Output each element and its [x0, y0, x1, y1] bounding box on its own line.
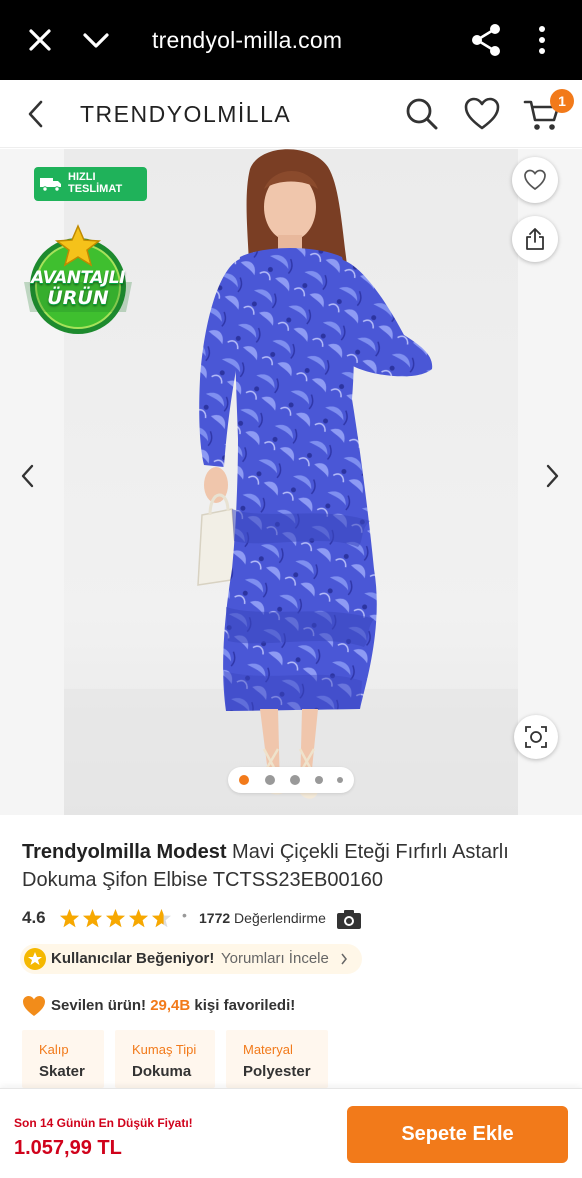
- pagination-dot[interactable]: [337, 777, 343, 783]
- close-icon[interactable]: [24, 24, 56, 56]
- camera-icon: [337, 910, 361, 929]
- add-to-cart-button[interactable]: Sepete Ekle: [347, 1106, 568, 1163]
- visual-search-button[interactable]: [514, 715, 558, 759]
- attribute-key: Kumaş Tipi: [132, 1042, 197, 1057]
- rating-count[interactable]: 1772 Değerlendirme: [199, 910, 326, 926]
- product-image-gallery[interactable]: HIZLI TESLİMAT AVANTAJLI ÜRÜN: [0, 149, 582, 815]
- star-badge-icon: [24, 948, 46, 970]
- favorites-prefix: Sevilen ürün!: [51, 997, 151, 1014]
- cart-count-badge: 1: [550, 89, 574, 113]
- chevron-right-icon: [341, 953, 347, 965]
- heart-outline-icon: [524, 169, 546, 191]
- rating-star-icon: [83, 909, 102, 928]
- attribute-value: Skater: [39, 1063, 85, 1080]
- previous-image-arrow-icon[interactable]: [18, 461, 38, 491]
- rating-count-label: Değerlendirme: [230, 910, 326, 926]
- product-brand[interactable]: Trendyolmilla Modest: [22, 841, 226, 863]
- back-arrow-icon[interactable]: [22, 98, 50, 130]
- share-icon[interactable]: [470, 22, 502, 58]
- product-price: 1.057,99 TL: [14, 1137, 122, 1159]
- rating-star-icon: [60, 909, 79, 928]
- pagination-dot[interactable]: [239, 775, 249, 785]
- advantage-badge-line2: ÜRÜN: [47, 287, 109, 309]
- rating-stars: [59, 908, 179, 930]
- favorites-count: 29,4B: [150, 997, 191, 1014]
- attribute-value: Dokuma: [132, 1063, 192, 1080]
- users-like-label: Kullanıcılar Beğeniyor!: [51, 950, 215, 967]
- attribute-value: Polyester: [243, 1063, 311, 1080]
- attribute-key: Materyal: [243, 1042, 293, 1057]
- rating-score: 4.6: [22, 908, 46, 927]
- pagination-dot[interactable]: [315, 776, 323, 784]
- more-vert-icon[interactable]: [532, 22, 552, 58]
- rating-star-icon: [129, 909, 148, 928]
- attribute-card[interactable]: Materyal Polyester: [226, 1030, 328, 1088]
- favorites-suffix: kişi favoriledi!: [190, 997, 296, 1014]
- rating-star-icon: [152, 909, 171, 928]
- favorites-text: Sevilen ürün! 29,4B kişi favoriledi!: [51, 997, 295, 1014]
- lowest-price-label: Son 14 Günün En Düşük Fiyatı!: [14, 1116, 193, 1130]
- advantage-badge-line1: AVANTAJLI: [31, 268, 125, 288]
- browser-toolbar: trendyol-milla.com: [0, 0, 582, 80]
- add-to-favorites-button[interactable]: [512, 157, 558, 203]
- attribute-card[interactable]: Kalıp Skater: [22, 1030, 104, 1088]
- favorites-info: Sevilen ürün! 29,4B kişi favoriledi!: [22, 994, 562, 1020]
- fast-delivery-label: HIZLI TESLİMAT: [68, 171, 123, 195]
- reviews-link[interactable]: Yorumları İncele: [221, 950, 329, 967]
- share-product-button[interactable]: [512, 216, 558, 262]
- users-like-banner[interactable]: Kullanıcılar Beğeniyor! Yorumları İncele: [20, 944, 362, 974]
- camera-lens-icon: [525, 726, 547, 748]
- search-icon[interactable]: [404, 96, 440, 132]
- attribute-key: Kalıp: [39, 1042, 69, 1057]
- app-header: TRENDYOLMİLLA: [0, 80, 582, 148]
- rating-count-number: 1772: [199, 910, 231, 926]
- url-field[interactable]: trendyol-milla.com: [152, 24, 342, 56]
- truck-icon: [40, 178, 61, 192]
- fast-delivery-badge: HIZLI TESLİMAT: [34, 167, 147, 201]
- rating-row[interactable]: 4.6 • 1772 Değerlendirme: [22, 906, 562, 932]
- orange-heart-icon: [23, 996, 45, 1016]
- brand-logo[interactable]: TRENDYOLMİLLA: [80, 100, 291, 128]
- next-image-arrow-icon[interactable]: [542, 461, 562, 491]
- rating-star-icon: [106, 909, 125, 928]
- chevron-down-icon[interactable]: [80, 26, 112, 54]
- share-upload-icon: [526, 228, 544, 250]
- separator-dot: •: [182, 907, 187, 923]
- attribute-card[interactable]: Kumaş Tipi Dokuma: [115, 1030, 215, 1088]
- pagination-dot[interactable]: [290, 775, 300, 785]
- advantage-product-badge: AVANTAJLI ÜRÜN: [22, 224, 134, 336]
- heart-icon[interactable]: [463, 96, 501, 132]
- image-pagination-dots[interactable]: [228, 767, 354, 793]
- pagination-dot[interactable]: [265, 775, 275, 785]
- product-title: Trendyolmilla Modest Mavi Çiçekli Eteği …: [22, 838, 562, 894]
- purchase-bar: Son 14 Günün En Düşük Fiyatı! 1.057,99 T…: [0, 1088, 582, 1178]
